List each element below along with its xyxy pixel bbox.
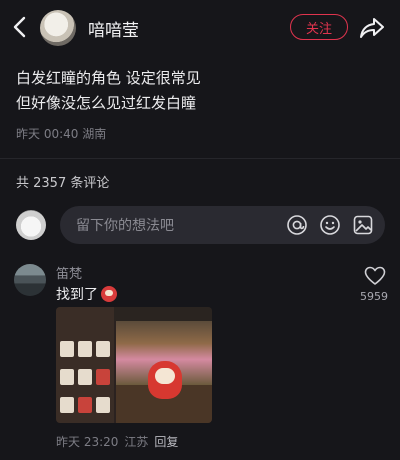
comment-text: 找到了 bbox=[56, 284, 117, 304]
at-icon[interactable] bbox=[286, 214, 308, 236]
comment-text-content: 找到了 bbox=[56, 287, 98, 303]
post-time: 昨天 00:40 bbox=[16, 127, 79, 141]
back-icon[interactable] bbox=[8, 14, 32, 40]
image-tile bbox=[96, 369, 110, 385]
post-body: 白发红瞳的角色 设定很常见 但好像没怎么见过红发白瞳 bbox=[16, 66, 386, 116]
daruma-face bbox=[155, 368, 175, 384]
image-tile bbox=[60, 369, 74, 385]
image-tile bbox=[60, 341, 74, 357]
image-tile bbox=[78, 369, 92, 385]
daruma-emoji-icon bbox=[101, 286, 117, 302]
commenter-name[interactable]: 笛梵 bbox=[56, 263, 82, 282]
image-icon[interactable] bbox=[352, 214, 374, 236]
comment-meta: 昨天 23:20 江苏 回复 bbox=[56, 433, 178, 450]
top-bar: 喑喑莹 关注 bbox=[0, 0, 400, 54]
image-tile bbox=[60, 397, 74, 413]
follow-button[interactable]: 关注 bbox=[290, 14, 348, 40]
image-topbar bbox=[114, 307, 212, 321]
author-username[interactable]: 喑喑莹 bbox=[88, 16, 139, 41]
post-text-line-2: 但好像没怎么见过红发白瞳 bbox=[16, 94, 197, 112]
share-icon[interactable] bbox=[358, 14, 386, 42]
commenter-avatar[interactable] bbox=[14, 264, 46, 296]
post-text-line-1: 白发红瞳的角色 设定很常见 bbox=[16, 69, 201, 87]
post-location: 湖南 bbox=[82, 127, 107, 141]
current-user-avatar bbox=[16, 210, 46, 240]
image-tile bbox=[78, 397, 92, 413]
image-tile bbox=[78, 341, 92, 357]
comment-time: 昨天 23:20 bbox=[56, 435, 119, 449]
comment-input[interactable] bbox=[74, 206, 278, 246]
image-tile bbox=[96, 397, 110, 413]
heart-icon[interactable] bbox=[364, 266, 386, 286]
comment-image[interactable] bbox=[56, 307, 212, 423]
emoji-icon[interactable] bbox=[319, 214, 341, 236]
post-meta: 昨天 00:40 湖南 bbox=[16, 125, 106, 142]
author-avatar[interactable] bbox=[40, 10, 76, 46]
comments-count: 共 2357 条评论 bbox=[16, 176, 110, 191]
comment-box[interactable] bbox=[60, 206, 385, 246]
divider bbox=[0, 158, 400, 159]
comment-location: 江苏 bbox=[124, 435, 149, 449]
image-tile bbox=[96, 341, 110, 357]
like-count: 5959 bbox=[360, 290, 388, 303]
reply-button[interactable]: 回复 bbox=[154, 433, 178, 450]
